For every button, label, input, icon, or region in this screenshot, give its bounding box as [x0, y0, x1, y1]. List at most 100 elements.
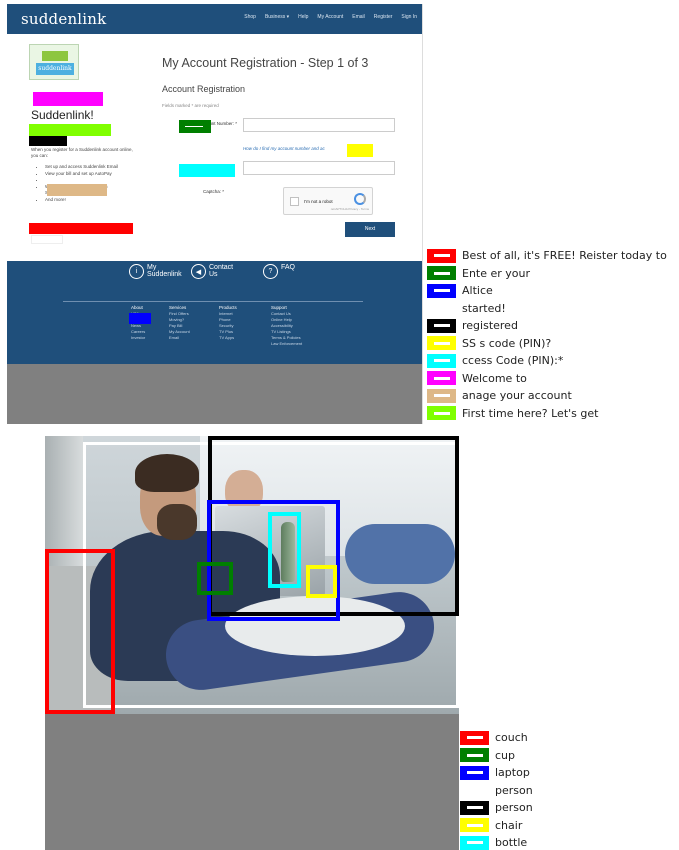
footer-contact-label: Contact Us	[209, 264, 234, 278]
footer-my-suddenlink-label: My Suddenlink	[147, 264, 182, 278]
suddenlink-logo[interactable]: suddenlink	[21, 10, 106, 28]
legend-swatch	[460, 730, 489, 745]
nav-link-business[interactable]: Business ▾	[265, 14, 289, 20]
footer-faq[interactable]: ? FAQ	[263, 264, 295, 279]
legend-item: Welcome to	[427, 370, 667, 388]
annotated-photo-panel	[45, 436, 459, 850]
legend-swatch	[460, 835, 489, 850]
legend-swatch	[427, 283, 456, 298]
legend-label: started!	[462, 301, 506, 315]
legend-item: person	[460, 782, 533, 800]
legend-label: person	[495, 801, 533, 815]
footer-contact-us[interactable]: ◀ Contact Us	[191, 264, 233, 279]
legend-item: bottle	[460, 834, 533, 850]
table-shape	[225, 596, 405, 656]
legend-swatch	[427, 318, 456, 333]
footer-link[interactable]: Law Enforcement	[271, 341, 302, 347]
legend-swatch	[460, 818, 489, 833]
legend-label: chair	[495, 818, 523, 832]
top-legend: Best of all, it's FREE! Reister today to…	[427, 247, 667, 422]
legend-label: Altice	[462, 284, 493, 298]
legend-label: anage your account	[462, 389, 572, 403]
legend-label: ccess Code (PIN):*	[462, 354, 564, 368]
legend-item: laptop	[460, 764, 533, 782]
registration-screenshot: suddenlink Shop Business ▾ Help My Accou…	[7, 4, 423, 424]
account-number-input[interactable]	[243, 118, 395, 132]
legend-label: Ente er your	[462, 266, 531, 280]
nav-link-email[interactable]: Email	[352, 14, 365, 20]
footer-col-support: Support Contact Us Online Help Accessibi…	[271, 305, 302, 347]
footer-col-services: Services Find Offers Moving? Pay Bill My…	[169, 305, 190, 341]
question-circle-icon: ?	[263, 264, 278, 279]
footer-link[interactable]: Email	[169, 335, 190, 341]
legend-swatch	[427, 406, 456, 421]
footer-faq-label: FAQ	[281, 264, 296, 271]
nav-link-my-account[interactable]: My Account	[317, 14, 343, 20]
redacted-access-code-link-text	[347, 144, 373, 157]
mini-logo: suddenlink	[36, 63, 74, 75]
nav-link-register[interactable]: Register	[374, 14, 393, 20]
redacted-best-of-all-text	[29, 223, 133, 234]
redacted-registered-text	[29, 136, 67, 146]
footer-col-products: Products Internet Phone Security TV Plus…	[219, 305, 237, 341]
legend-label: couch	[495, 731, 528, 745]
hello-suddenlink-badge-image: suddenlink	[29, 44, 79, 80]
recaptcha-logo-icon	[354, 193, 366, 205]
bottom-legend: couch cup laptop person person chair bot…	[460, 729, 533, 850]
sidebar-intro: When you register for a Suddenlink accou…	[31, 147, 133, 158]
legend-label: person	[495, 783, 533, 797]
footer-link[interactable]: Investor	[131, 335, 151, 341]
recaptcha-text: I'm not a robot	[304, 199, 333, 204]
legend-item: SS s code (PIN)?	[427, 335, 667, 353]
legend-swatch	[427, 336, 456, 351]
page-title: My Account Registration - Step 1 of 3	[162, 56, 369, 70]
nav-link-sign-in[interactable]: Sign In	[401, 14, 417, 20]
footer-my-suddenlink[interactable]: i My Suddenlink	[129, 264, 182, 279]
redacted-enter-your-text	[179, 120, 211, 133]
person-legs-shape	[345, 524, 455, 584]
legend-swatch	[427, 371, 456, 386]
legend-swatch	[460, 783, 489, 797]
legend-item: anage your account	[427, 387, 667, 405]
recaptcha-brand: reCAPTCHA Privacy - Terms	[330, 207, 369, 211]
footer-link[interactable]: TV Apps	[219, 335, 237, 341]
list-item: And more!	[45, 197, 139, 204]
legend-item: chair	[460, 817, 533, 835]
legend-label: cup	[495, 748, 516, 762]
section-title: Account Registration	[162, 84, 246, 94]
top-nav-bar: suddenlink Shop Business ▾ Help My Accou…	[7, 4, 422, 34]
legend-item: ccess Code (PIN):*	[427, 352, 667, 370]
next-button[interactable]: Next	[345, 222, 395, 237]
legend-label: laptop	[495, 766, 530, 780]
legend-label: First time here? Let's get	[462, 406, 599, 420]
hello-badge-icon	[42, 51, 68, 61]
legend-swatch	[427, 353, 456, 368]
legend-swatch	[427, 301, 456, 315]
person-hair-shape	[135, 454, 199, 492]
required-fields-note: Fields marked * are required	[162, 103, 219, 108]
captcha-label: Captcha: *	[203, 189, 225, 194]
legend-item: Best of all, it's FREE! Reister today to	[427, 247, 667, 265]
redacted-welcome-text	[33, 92, 103, 106]
info-circle-icon: i	[129, 264, 144, 279]
nav-link-shop[interactable]: Shop	[244, 14, 256, 20]
legend-item: person	[460, 799, 533, 817]
legend-label: registered	[462, 319, 518, 333]
legend-item: started!	[427, 300, 667, 318]
legend-item: Ente er your	[427, 265, 667, 283]
nav-link-help[interactable]: Help	[298, 14, 308, 20]
legend-swatch	[460, 800, 489, 815]
legend-label: Welcome to	[462, 371, 527, 385]
site-footer: i My Suddenlink ◀ Contact Us ? FAQ About…	[7, 261, 422, 364]
legend-swatch	[460, 748, 489, 763]
find-account-number-link[interactable]: How do I find my account number and ac	[243, 146, 325, 151]
legend-item: registered	[427, 317, 667, 335]
legend-label: Best of all, it's FREE! Reister today to	[462, 249, 667, 263]
megaphone-icon: ◀	[191, 264, 206, 279]
started-text-box	[31, 235, 63, 244]
sidebar-heading: Suddenlink!	[31, 108, 94, 122]
redacted-manage-account-text	[47, 184, 107, 196]
access-code-input[interactable]	[243, 161, 395, 175]
legend-item: cup	[460, 747, 533, 765]
recaptcha-checkbox[interactable]	[290, 197, 299, 206]
